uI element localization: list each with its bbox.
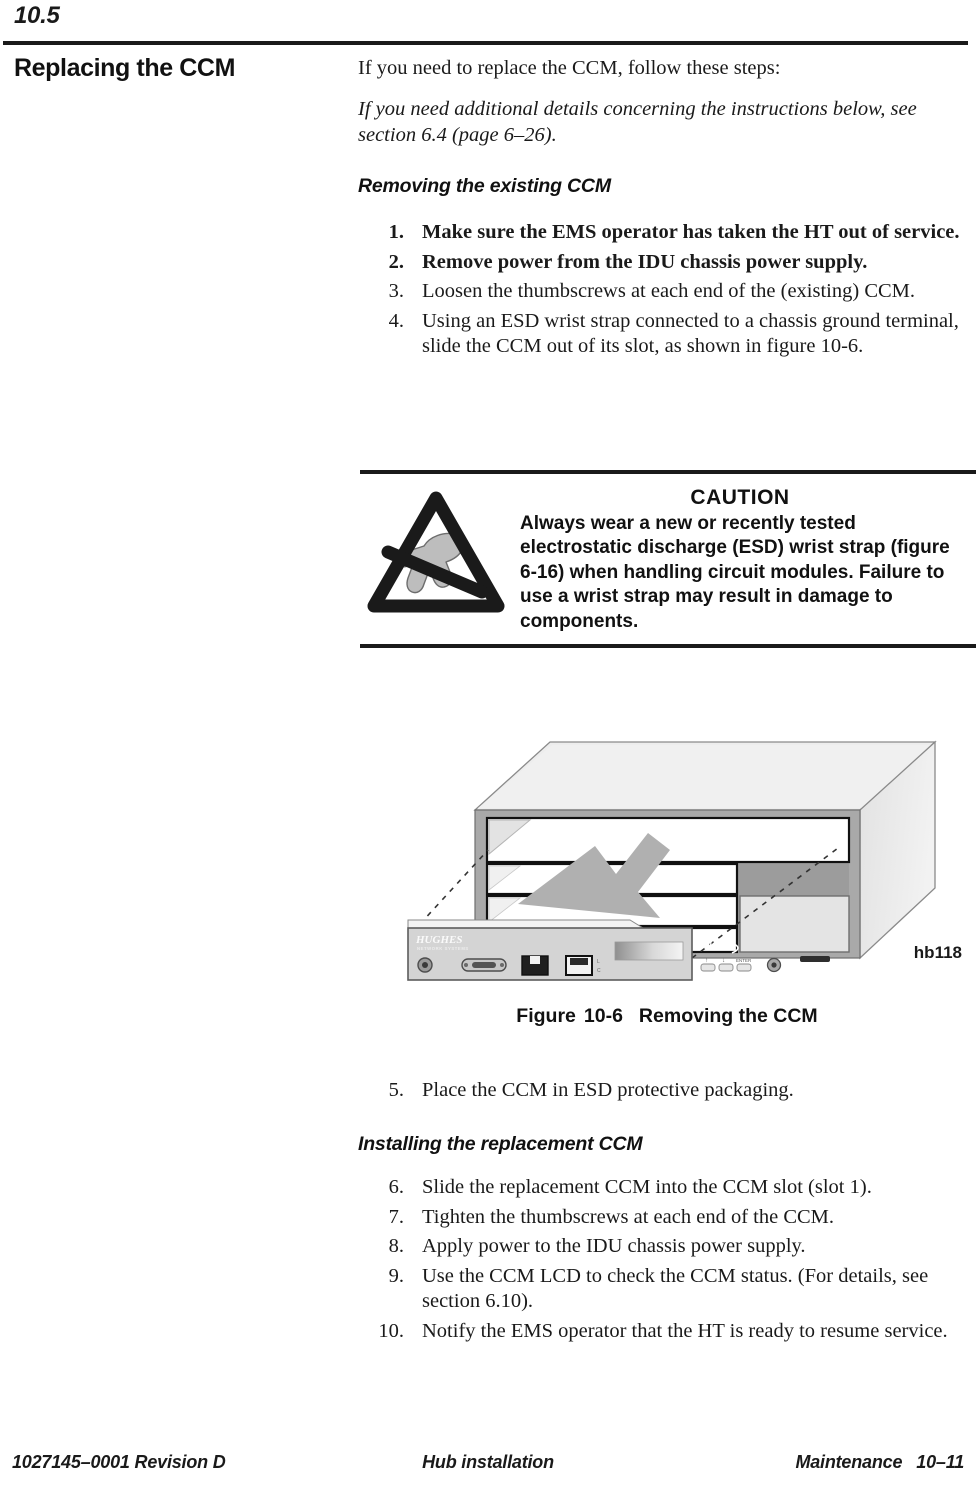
footer-chapter: Maintenance <box>795 1452 903 1472</box>
step-item: 2. Remove power from the IDU chassis powe… <box>358 250 976 276</box>
step-item: 3. Loosen the thumbscrews at each end of … <box>358 279 976 305</box>
footer-page-number: 10–11 <box>916 1452 964 1472</box>
svg-text:C: C <box>597 968 601 974</box>
intro-lead: If you need to replace the CCM, follow t… <box>358 57 781 79</box>
figure-number: 10-6 <box>583 1005 623 1027</box>
header-rule <box>3 41 968 45</box>
svg-text:L: L <box>597 959 600 965</box>
step-text: Remove power from the IDU chassis power … <box>422 250 868 273</box>
svg-text:↓: ↓ <box>722 958 725 964</box>
step-item: 4. Using an ESD wrist strap connected to … <box>358 309 976 360</box>
step-item: 1. Make sure the EMS operator has taken t… <box>358 220 976 246</box>
figure-caption: Figure 10-6 Removing the CCM <box>358 1005 976 1028</box>
step-text: Slide the replacement CCM into the CCM s… <box>422 1176 872 1198</box>
step-number: 9. <box>388 1264 404 1287</box>
step-number: 4. <box>388 309 404 332</box>
page-title: Replacing the CCM <box>14 54 235 82</box>
step-text: Apply power to the IDU chassis power sup… <box>422 1235 806 1257</box>
step-item: 9. Use the CCM LCD to check the CCM statu… <box>358 1264 976 1315</box>
step-number: 8. <box>388 1235 404 1257</box>
steps-list-installing: 6. Slide the replacement CCM into the CCM… <box>358 1175 976 1348</box>
esd-no-touch-icon <box>362 488 510 624</box>
step-text: Loosen the thumbscrews at each end of th… <box>422 280 916 302</box>
footer-chapter-page: Maintenance 10–11 <box>795 1452 964 1473</box>
svg-text:NETWORK SYSTEMS: NETWORK SYSTEMS <box>417 946 469 951</box>
step-number: 5. <box>388 1079 404 1101</box>
step-item: 7. Tighten the thumbscrews at each end of… <box>358 1205 976 1231</box>
manual-page: 10.5 Replacing the CCM If you need to re… <box>0 0 976 1485</box>
step-item: 5. Place the CCM in ESD protective packag… <box>358 1078 976 1104</box>
svg-text:HUGHES: HUGHES <box>415 934 462 946</box>
figure-10-6: HUGHES NETWORK SYSTEMS L C Alltech ↑ ↓ E… <box>0 728 976 1028</box>
step-item: 8. Apply power to the IDU chassis power s… <box>358 1234 976 1260</box>
svg-text:↑: ↑ <box>705 958 708 964</box>
step-number: 7. <box>388 1205 404 1228</box>
step-number: 6. <box>388 1176 404 1198</box>
caution-title: CAUTION <box>690 486 790 509</box>
subheading-removing: Removing the existing CCM <box>358 175 611 197</box>
svg-text:ENTER: ENTER <box>736 958 752 963</box>
subheading-installing: Installing the replacement CCM <box>358 1133 643 1155</box>
ccm-chassis-illustration: HUGHES NETWORK SYSTEMS L C Alltech ↑ ↓ E… <box>400 728 976 996</box>
page-footer: 1027145–0001 Revision D Hub installation… <box>0 1452 976 1482</box>
step-text: Notify the EMS operator that the HT is r… <box>422 1319 948 1342</box>
section-number: 10.5 <box>14 2 60 29</box>
step-text: Make sure the EMS operator has taken the… <box>422 221 960 243</box>
step-number: 2. <box>388 250 404 273</box>
step-text: Place the CCM in ESD protective packagin… <box>422 1079 794 1101</box>
caution-text: CAUTION Always wear a new or recently te… <box>520 486 960 634</box>
step-text: Use the CCM LCD to check the CCM status.… <box>422 1264 929 1313</box>
step-item: 6. Slide the replacement CCM into the CCM… <box>358 1175 976 1201</box>
caution-bottom-rule <box>360 644 976 648</box>
step-text: Tighten the thumbscrews at each end of t… <box>422 1205 835 1228</box>
figure-art-id: hb118 <box>913 943 962 962</box>
step-text: Using an ESD wrist strap connected to a … <box>422 309 959 358</box>
caution-body: Always wear a new or recently tested ele… <box>520 512 950 632</box>
step-number: 3. <box>388 280 404 302</box>
step-number: 10. <box>378 1319 404 1342</box>
step-number: 1. <box>388 221 404 243</box>
caution-box: CAUTION Always wear a new or recently te… <box>360 470 976 648</box>
svg-text:Alltech: Alltech <box>699 941 731 951</box>
figure-title: Removing the CCM <box>638 1005 818 1027</box>
intro-note: If you need additional details concernin… <box>358 98 917 146</box>
steps-list-removing: 1. Make sure the EMS operator has taken t… <box>358 220 976 364</box>
step-item: 10. Notify the EMS operator that the HT i… <box>358 1319 976 1345</box>
figure-label: Figure <box>516 1005 576 1027</box>
steps-list-after-figure: 5. Place the CCM in ESD protective packag… <box>358 1078 976 1108</box>
